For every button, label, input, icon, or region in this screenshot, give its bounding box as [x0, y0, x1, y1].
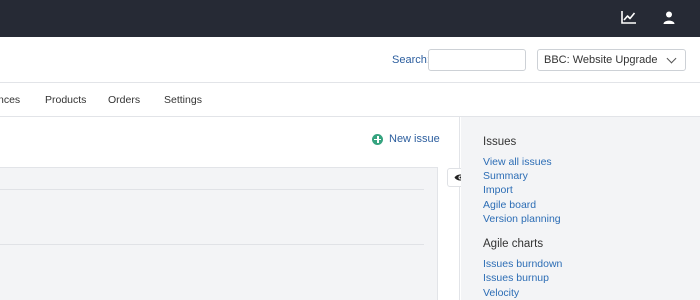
nav-item-products[interactable]: Products	[45, 94, 86, 106]
sidebar-link-agile-board[interactable]: Agile board	[483, 199, 536, 211]
sidebar-link-version-planning[interactable]: Version planning	[483, 213, 561, 225]
sidebar-link-velocity[interactable]: Velocity	[483, 287, 519, 299]
line-chart-icon[interactable]	[620, 9, 638, 25]
sidebar-heading-issues: Issues	[483, 136, 517, 148]
main-content: New issue	[0, 117, 460, 300]
nav-item-settings[interactable]: Settings	[164, 94, 202, 106]
issues-panel	[0, 167, 438, 300]
user-icon[interactable]	[660, 9, 678, 25]
sidebar-link-import[interactable]: Import	[483, 184, 513, 196]
search-label-text: Search	[392, 54, 427, 66]
nav-item-nces[interactable]: nces	[0, 94, 20, 106]
sidebar: Issues View all issues Summary Import Ag…	[461, 117, 700, 300]
sidebar-link-issues-burndown[interactable]: Issues burndown	[483, 258, 562, 270]
search-input[interactable]	[428, 49, 526, 71]
sidebar-link-issues-burnup[interactable]: Issues burnup	[483, 272, 549, 284]
new-issue-label: New issue	[389, 133, 440, 145]
nav-item-orders[interactable]: Orders	[108, 94, 140, 106]
chevron-down-icon	[666, 53, 677, 64]
panel-divider	[0, 244, 424, 245]
plus-circle-icon	[372, 133, 383, 145]
project-select[interactable]: BBC: Website Upgrade	[537, 49, 686, 71]
sidebar-link-view-all-issues[interactable]: View all issues	[483, 156, 552, 168]
project-select-value: BBC: Website Upgrade	[544, 54, 658, 66]
panel-divider	[0, 189, 424, 190]
top-bar	[0, 0, 700, 37]
main-nav: nces Products Orders Settings	[0, 83, 700, 117]
sub-header: Search: BBC: Website Upgrade	[0, 37, 700, 83]
new-issue-link[interactable]: New issue	[372, 133, 440, 145]
search-label: Search:	[392, 54, 430, 66]
sidebar-heading-agile-charts: Agile charts	[483, 238, 544, 250]
sidebar-link-summary[interactable]: Summary	[483, 170, 528, 182]
